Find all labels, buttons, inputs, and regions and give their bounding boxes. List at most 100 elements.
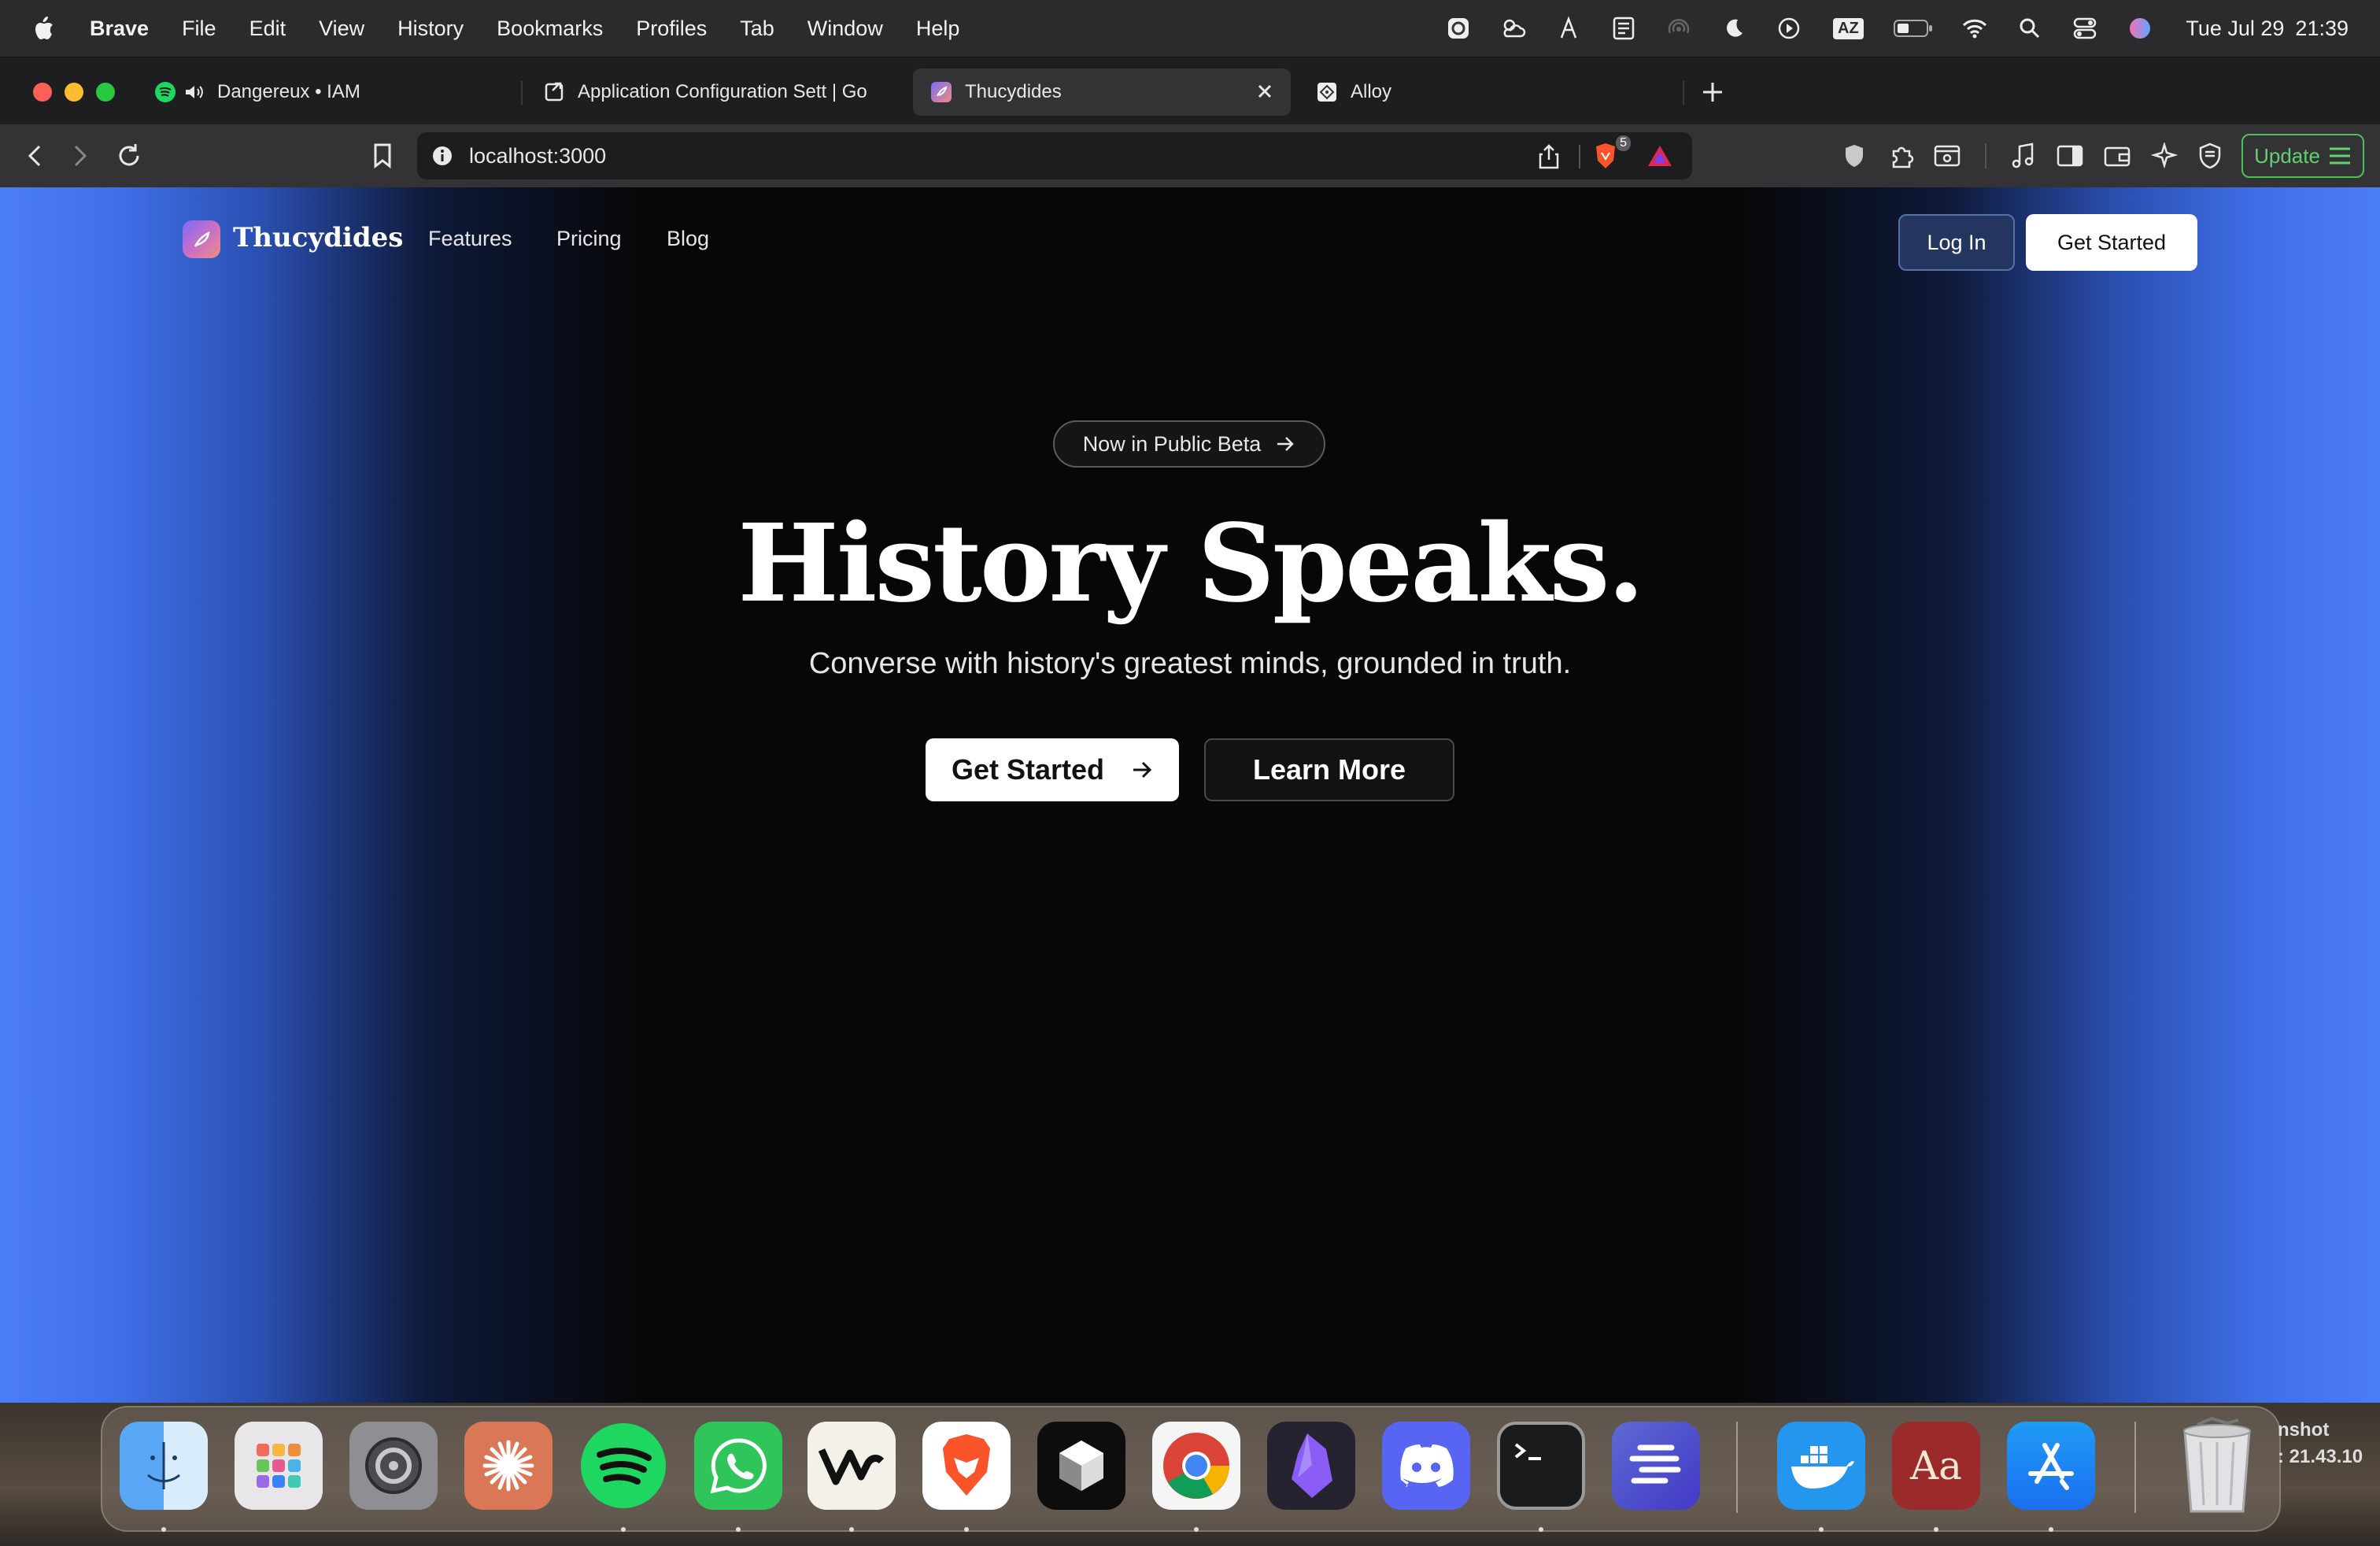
bookmark-icon[interactable] — [367, 140, 398, 172]
keyboard-layout-icon[interactable]: AZ — [1830, 14, 1866, 43]
site-logo-text[interactable]: Thucydides — [233, 222, 403, 253]
dock-spotify[interactable] — [579, 1422, 667, 1510]
hero-learn-more-button[interactable]: Learn More — [1204, 738, 1454, 801]
hero-learn-more-label: Learn More — [1252, 753, 1406, 786]
hero-get-started-button[interactable]: Get Started — [926, 738, 1179, 801]
site-header: Thucydides Features Pricing Blog Log In … — [0, 187, 2380, 298]
airdrop-icon[interactable] — [1665, 14, 1693, 43]
back-icon[interactable] — [19, 140, 50, 172]
reader-mode-icon[interactable] — [1931, 140, 1963, 172]
public-beta-badge[interactable]: Now in Public Beta — [1053, 420, 1325, 468]
menu-view[interactable]: View — [319, 17, 364, 41]
dock-chrome[interactable] — [1152, 1422, 1240, 1510]
siri-icon[interactable] — [2126, 14, 2154, 43]
running-indicator — [2049, 1527, 2053, 1532]
menu-bookmarks[interactable]: Bookmarks — [497, 17, 603, 41]
running-indicator — [161, 1527, 166, 1532]
menu-tab[interactable]: Tab — [740, 17, 774, 41]
extensions-icon[interactable] — [1886, 140, 1917, 172]
beta-badge-label: Now in Public Beta — [1082, 431, 1262, 456]
battery-icon[interactable] — [1893, 14, 1934, 43]
dock-docker[interactable] — [1777, 1422, 1865, 1510]
spotlight-search-icon[interactable] — [2016, 14, 2044, 43]
menu-file[interactable]: File — [182, 17, 216, 41]
menu-help[interactable]: Help — [916, 17, 960, 41]
chrome-icon — [1163, 1433, 1229, 1499]
music-note-icon[interactable] — [2007, 140, 2038, 172]
brave-shields-icon[interactable] — [1593, 142, 1618, 170]
nav-link-blog[interactable]: Blog — [667, 227, 709, 251]
play-icon[interactable] — [1775, 14, 1803, 43]
dock-launchpad[interactable] — [235, 1422, 323, 1510]
menu-history[interactable]: History — [397, 17, 464, 41]
brave-vpn-icon[interactable] — [2194, 140, 2226, 172]
tool-icon[interactable] — [1444, 14, 1473, 43]
wifi-icon[interactable] — [1961, 14, 1989, 43]
terminal-prompt-icon — [1514, 1443, 1541, 1460]
nav-link-features[interactable]: Features — [428, 227, 512, 251]
dock-linear[interactable] — [1612, 1422, 1700, 1510]
wallet-icon[interactable] — [2101, 140, 2133, 172]
moon-icon[interactable] — [1720, 14, 1748, 43]
dock-terminal[interactable] — [1497, 1422, 1585, 1510]
menubar-date[interactable]: Tue Jul 29 — [2186, 17, 2284, 41]
reload-icon[interactable] — [113, 140, 145, 172]
zoom-window-button[interactable] — [96, 83, 115, 102]
menu-window[interactable]: Window — [808, 17, 883, 41]
address-bar[interactable]: localhost:3000 5 — [417, 132, 1692, 179]
dock-separator — [1736, 1422, 1738, 1513]
close-tab-icon[interactable] — [1255, 81, 1275, 107]
browser-toolbar: localhost:3000 5 Update — [0, 124, 2380, 187]
tab-application-configuration[interactable]: Application Configuration Sett | Go — [543, 68, 889, 116]
tab-title: Application Configuration Sett | Go — [578, 81, 867, 102]
dock-obsidian[interactable] — [1267, 1422, 1355, 1510]
close-window-button[interactable] — [33, 83, 52, 102]
dock-finder[interactable] — [120, 1422, 208, 1510]
vpn-shield-icon[interactable] — [1839, 140, 1870, 172]
control-center-icon[interactable] — [2071, 14, 2099, 43]
minimize-window-button[interactable] — [65, 83, 83, 102]
hero-subtitle: Converse with history's greatest minds, … — [808, 647, 1572, 680]
discord-icon — [1400, 1444, 1454, 1487]
site-info-icon[interactable] — [431, 145, 453, 167]
brave-rewards-icon[interactable] — [1646, 143, 1673, 168]
spotify-icon — [581, 1423, 666, 1508]
login-button[interactable]: Log In — [1898, 214, 2015, 271]
tab-alloy[interactable]: Alloy — [1316, 68, 1662, 116]
weather-icon[interactable] — [1499, 14, 1528, 43]
leo-ai-icon[interactable] — [2149, 140, 2180, 172]
sidebar-icon[interactable] — [2054, 140, 2086, 172]
dock-whatsapp[interactable] — [694, 1422, 782, 1510]
forward-icon[interactable] — [65, 140, 96, 172]
dock-perplexity[interactable] — [1037, 1422, 1125, 1510]
url-text[interactable]: localhost:3000 — [469, 144, 606, 168]
nav-link-pricing[interactable]: Pricing — [556, 227, 622, 251]
document-icon[interactable] — [1609, 14, 1638, 43]
dock-warp[interactable] — [808, 1422, 896, 1510]
dock-brave[interactable] — [922, 1422, 1011, 1510]
new-tab-icon[interactable] — [1700, 80, 1725, 109]
apple-menu-icon[interactable] — [31, 15, 55, 42]
tab-thucydides[interactable]: Thucydides — [913, 68, 1291, 116]
share-icon[interactable] — [1538, 143, 1560, 170]
dock-app-store[interactable] — [2007, 1422, 2095, 1510]
menu-profiles[interactable]: Profiles — [636, 17, 707, 41]
tab-dangereux[interactable]: Dangereux • IAM — [154, 68, 501, 116]
menubar-time[interactable]: 21:39 — [2295, 17, 2349, 41]
spotify-icon — [154, 81, 176, 103]
desktop-screenshot-file-label[interactable]: nshot : 21.43.10 — [2278, 1417, 2380, 1470]
dock-trash[interactable] — [2174, 1414, 2260, 1516]
menu-app-name[interactable]: Brave — [90, 17, 149, 41]
dock-dictionary[interactable]: Aa — [1892, 1422, 1980, 1510]
gear-icon — [365, 1437, 422, 1494]
dock-system-settings[interactable] — [349, 1422, 438, 1510]
speaker-icon[interactable] — [183, 81, 205, 103]
character-icon[interactable] — [1554, 14, 1583, 43]
nav-get-started-button[interactable]: Get Started — [2026, 214, 2197, 271]
update-button[interactable]: Update — [2241, 134, 2364, 178]
quill-logo-icon[interactable] — [183, 220, 220, 258]
dock-discord[interactable] — [1382, 1422, 1470, 1510]
tab-separator — [1683, 81, 1684, 105]
menu-edit[interactable]: Edit — [249, 17, 286, 41]
dock-claude[interactable] — [464, 1422, 552, 1510]
